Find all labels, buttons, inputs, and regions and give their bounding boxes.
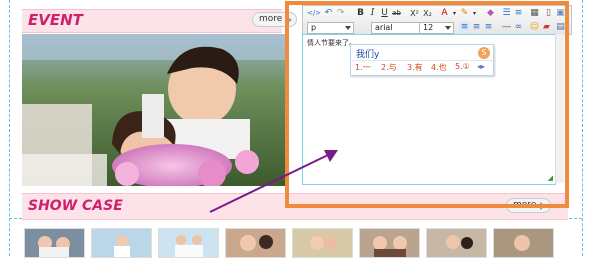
thumbnail-image [226, 229, 285, 257]
showcase-thumbnail[interactable] [292, 228, 353, 258]
showcase-thumbnail[interactable] [91, 228, 152, 258]
showcase-thumbnail[interactable] [426, 228, 487, 258]
event-more-label: more [259, 14, 283, 24]
thumbnail-image [293, 229, 352, 257]
thumbnail-image [159, 229, 218, 257]
annotation-arrow-icon [209, 150, 338, 213]
thumbnail-image [25, 229, 84, 257]
thumbnail-image [360, 229, 419, 257]
guide-right [582, 0, 583, 256]
showcase-thumbnail[interactable] [359, 228, 420, 258]
showcase-thumbnail[interactable] [158, 228, 219, 258]
showcase-thumbnail[interactable] [493, 228, 554, 258]
thumbnail-image [427, 229, 486, 257]
showcase-thumbnail[interactable] [24, 228, 85, 258]
showcase-title: SHOW CASE [28, 198, 123, 214]
thumbnail-image [92, 229, 151, 257]
event-title: EVENT [28, 11, 83, 29]
showcase-thumbnail[interactable] [225, 228, 286, 258]
thumbnail-image [494, 229, 553, 257]
